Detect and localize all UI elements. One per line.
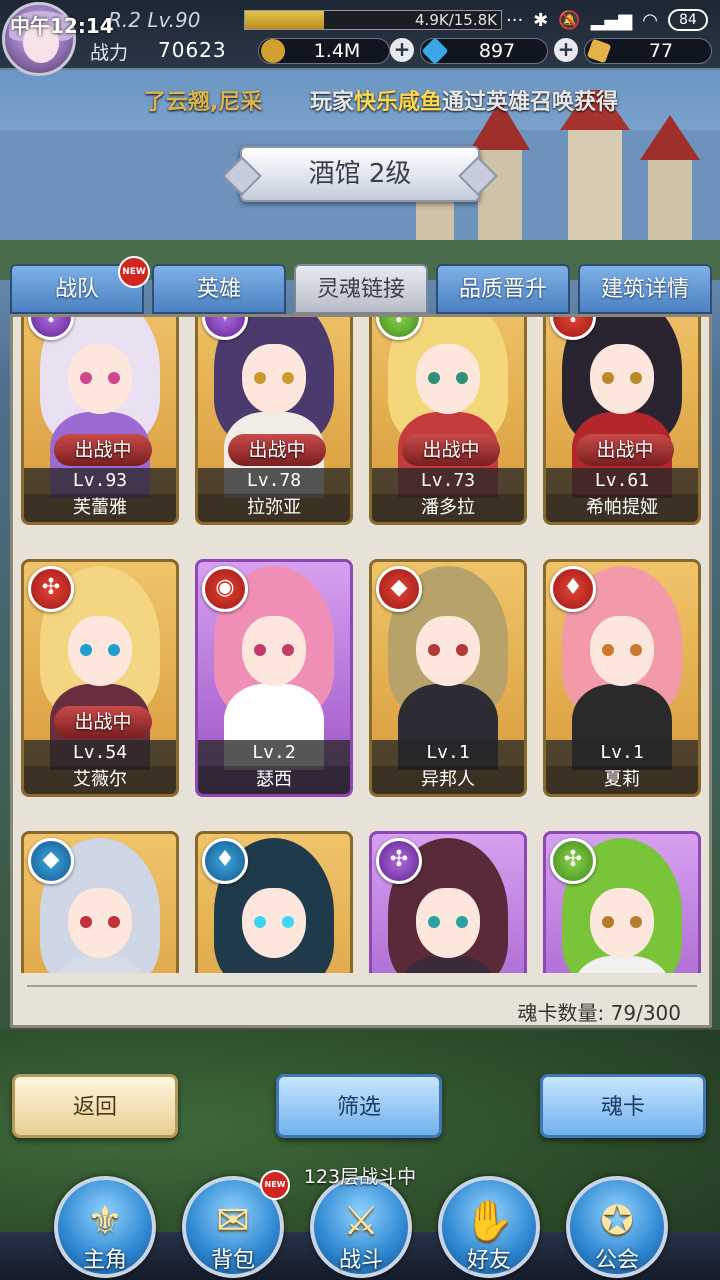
crossed-swords-icon: ⚔ — [343, 1198, 379, 1244]
hero-card[interactable]: ♦ Lv.1 夏莉 — [543, 559, 701, 797]
deployed-badge: 出战中 — [228, 434, 326, 466]
tab-bar: 战队 NEW 英雄 灵魂链接 品质晋升 建筑详情 — [10, 256, 712, 314]
nav-crossed-swords[interactable]: ⚔ 战斗 — [304, 1176, 418, 1280]
hero-name: 芙蕾雅 — [24, 494, 176, 522]
new-badge: NEW — [118, 256, 150, 288]
deployed-badge: 出战中 — [576, 434, 674, 466]
tab-team[interactable]: 战队 NEW — [10, 256, 150, 314]
soul-card-count: 魂卡数量: 79/300 — [517, 1001, 681, 1025]
hero-level: Lv.61 — [546, 468, 698, 494]
guild-crest-icon: ✪ — [600, 1198, 634, 1244]
gold-resource: 1.4M — [258, 38, 390, 64]
nav-label: 主角 — [82, 1248, 127, 1273]
helmet-icon: ⚜ — [87, 1198, 123, 1244]
hero-card[interactable]: ◆ — [21, 831, 179, 973]
green-element-icon: ✣ — [550, 838, 596, 884]
hero-name: 艾薇尔 — [24, 766, 176, 794]
status-clock: 中午12:14 — [10, 14, 114, 38]
ticker-text-1: 了云翘,尼采 — [144, 90, 263, 115]
diamond-icon — [421, 37, 449, 65]
nav-guild-crest[interactable]: ✪ 公会 — [560, 1176, 674, 1280]
handshake-icon: ✋ — [464, 1198, 514, 1244]
soul-card-button[interactable]: 魂卡 — [540, 1074, 706, 1138]
hero-card[interactable]: ✣ — [369, 831, 527, 973]
hero-card[interactable]: ✦出战中Lv.78拉弥亚 — [195, 317, 353, 525]
hero-card[interactable]: ✣出战中Lv.73潘多拉 — [369, 317, 527, 525]
hero-card-grid[interactable]: ✣出战中Lv.93芙蕾雅✦出战中Lv.78拉弥亚✣出战中Lv.73潘多拉✣出战中… — [21, 317, 703, 973]
wifi-icon: ◠ — [642, 9, 658, 31]
blue-element-icon: ◆ — [28, 838, 74, 884]
hero-name: 瑟西 — [198, 766, 350, 794]
divider — [27, 985, 697, 987]
exp-text: 4.9K/15.8K — [415, 11, 497, 29]
deployed-badge: 出战中 — [402, 434, 500, 466]
nav-label: 背包 — [210, 1248, 255, 1273]
system-icons: ··· ✱ 🔕 ▂▄▆ ◠ 84 — [506, 8, 716, 32]
page-title: 酒馆 2级 — [308, 159, 412, 189]
red-element-icon: ◆ — [376, 566, 422, 612]
backpack-icon: ✉ — [216, 1198, 250, 1244]
hero-card[interactable]: ✣ — [543, 831, 701, 973]
hero-level: Lv.54 — [24, 740, 176, 766]
add-diamond-button[interactable]: + — [554, 38, 578, 62]
nav-backpack[interactable]: ✉ 背包 NEW — [176, 1170, 290, 1280]
nav-helmet[interactable]: ⚜ 主角 — [48, 1176, 162, 1280]
tab-soul-link[interactable]: 灵魂链接 — [294, 264, 428, 314]
nav-handshake[interactable]: ✋ 好友 — [432, 1176, 546, 1280]
red-element-icon: ♦ — [550, 566, 596, 612]
exp-bar-fill — [245, 11, 325, 29]
player-level: R.2 Lv.90 — [108, 8, 201, 32]
ticker-text-2: 玩家快乐咸鱼通过英雄召唤获得 — [310, 90, 619, 115]
tab-building-details[interactable]: 建筑详情 — [578, 264, 712, 314]
hero-name: 潘多拉 — [372, 494, 524, 522]
nav-label: 好友 — [466, 1248, 511, 1273]
announcement-ticker: 了云翘,尼采 玩家快乐咸鱼通过英雄召唤获得 — [0, 82, 720, 116]
blue-element-icon: ♦ — [202, 838, 248, 884]
hero-card[interactable]: ✣ 出战中 Lv.54 艾薇尔 — [21, 559, 179, 797]
power-value: 70623 — [158, 38, 227, 62]
bluetooth-icon: ✱ — [533, 9, 549, 31]
nav-label: 公会 — [594, 1248, 639, 1273]
red-element-icon: ◉ — [202, 566, 248, 612]
hero-level: Lv.78 — [198, 468, 350, 494]
hero-card[interactable]: ✣出战中Lv.61希帕提娅 — [543, 317, 701, 525]
tavern-title-plaque: 酒馆 2级 — [240, 146, 480, 202]
tab-quality-upgrade[interactable]: 品质晋升 — [436, 264, 570, 314]
hero-card-panel: ✣出战中Lv.93芙蕾雅✦出战中Lv.78拉弥亚✣出战中Lv.73潘多拉✣出战中… — [10, 314, 712, 1028]
crystal-icon — [586, 38, 612, 64]
hero-card[interactable]: ◉ Lv.2 瑟西 — [195, 559, 353, 797]
hero-level: Lv.2 — [198, 740, 350, 766]
signal-icon: ▂▄▆ — [590, 9, 633, 31]
bottom-nav: ⚜ 主角 ✉ 背包 NEW ⚔ 战斗 ✋ 好友 ✪ 公会 — [0, 1170, 720, 1280]
gold-coin-icon — [261, 39, 285, 63]
tab-heroes[interactable]: 英雄 — [152, 264, 286, 314]
add-gold-button[interactable]: + — [390, 38, 414, 62]
deployed-badge: 出战中 — [54, 434, 152, 466]
hero-level: Lv.1 — [546, 740, 698, 766]
diamond-resource: 897 — [420, 37, 548, 65]
hero-level: Lv.73 — [372, 468, 524, 494]
hero-name: 异邦人 — [372, 766, 524, 794]
crystal-resource: 77 — [584, 38, 712, 64]
hero-level: Lv.1 — [372, 740, 524, 766]
more-dots-icon: ··· — [506, 9, 524, 31]
hero-name: 希帕提娅 — [546, 494, 698, 522]
back-button[interactable]: 返回 — [12, 1074, 178, 1138]
red-element-icon: ✣ — [28, 566, 74, 612]
hero-card[interactable]: ◆ Lv.1 异邦人 — [369, 559, 527, 797]
nav-label: 战斗 — [338, 1248, 383, 1273]
hero-name: 夏莉 — [546, 766, 698, 794]
battle-status: 123层战斗中 — [303, 1166, 417, 1188]
hero-card[interactable]: ✣出战中Lv.93芙蕾雅 — [21, 317, 179, 525]
hero-card[interactable]: ♦ — [195, 831, 353, 973]
deployed-badge: 出战中 — [54, 706, 152, 738]
purple-element-icon: ✣ — [376, 838, 422, 884]
exp-bar: 4.9K/15.8K — [244, 10, 502, 30]
filter-button[interactable]: 筛选 — [276, 1074, 442, 1138]
hero-level: Lv.93 — [24, 468, 176, 494]
power-label: 战力 — [90, 42, 129, 64]
hero-name: 拉弥亚 — [198, 494, 350, 522]
mute-icon: 🔕 — [558, 9, 581, 31]
battery-icon: 84 — [667, 9, 708, 31]
